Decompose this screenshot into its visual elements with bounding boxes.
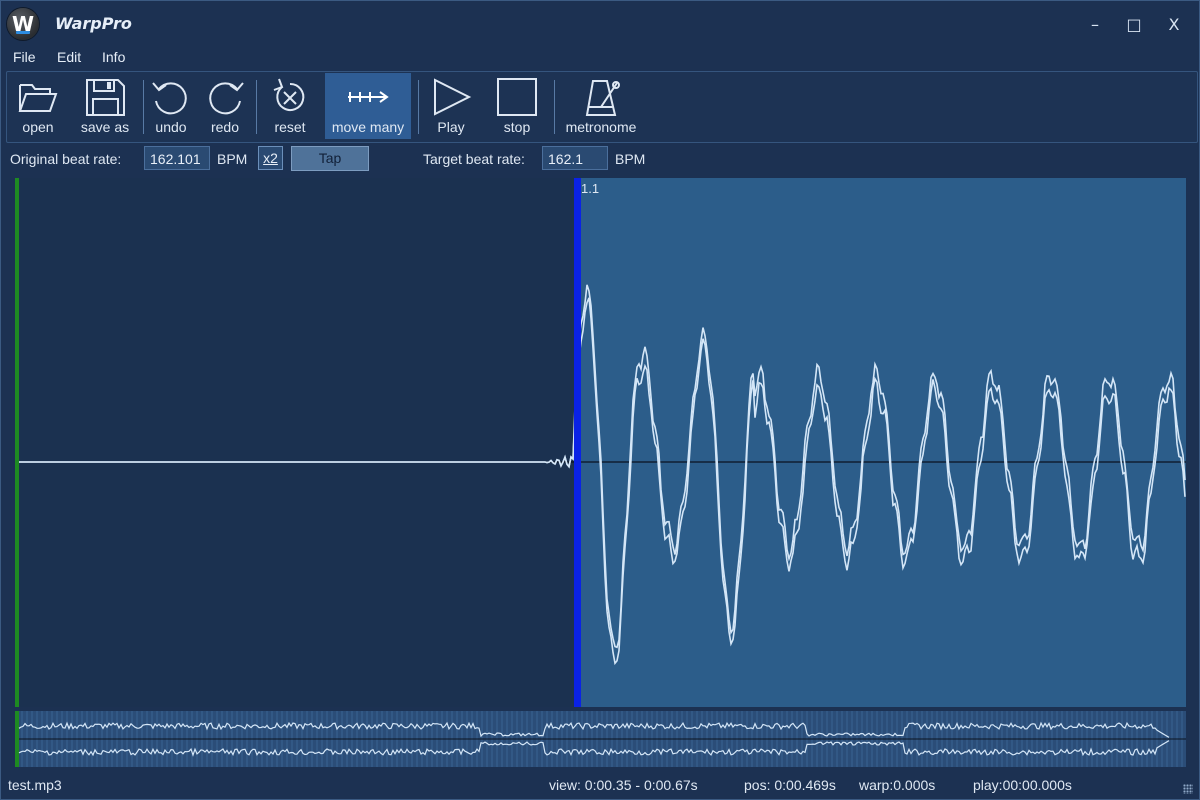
original-beat-rate-label: Original beat rate: [10, 151, 122, 167]
start-marker [15, 178, 19, 707]
save-as-label: save as [80, 119, 130, 135]
app-window: W WarpPro – □ X File Edit Info open save… [0, 0, 1200, 800]
toolbar-separator [418, 80, 419, 134]
original-beat-rate-input[interactable]: 162.101 [144, 146, 210, 170]
stop-label: stop [503, 119, 531, 135]
open-label: open [22, 119, 54, 135]
menu-bar: File Edit Info [1, 47, 1199, 69]
status-pos: pos: 0:00.469s [744, 777, 836, 793]
target-beat-rate-label: Target beat rate: [423, 151, 525, 167]
save-as-button[interactable]: save as [73, 73, 137, 139]
reset-button[interactable]: reset [263, 73, 317, 139]
overview-strip[interactable] [15, 711, 1186, 767]
status-bar: test.mp3 view: 0:00.35 - 0:00.67s pos: 0… [1, 773, 1199, 797]
metronome-icon [585, 80, 620, 116]
overview-waveform[interactable] [15, 711, 1186, 767]
folder-open-icon [18, 84, 58, 112]
double-bpm-button[interactable]: x2 [258, 146, 283, 170]
toolbar-separator [554, 80, 555, 134]
status-view: view: 0:00.35 - 0:00.67s [549, 777, 698, 793]
waveform-canvas[interactable] [15, 178, 1186, 707]
target-beat-rate-input[interactable]: 162.1 [542, 146, 608, 170]
original-bpm-unit: BPM [217, 151, 248, 167]
resize-grip[interactable] [1183, 784, 1193, 794]
beat-rate-bar: Original beat rate: 162.101 BPM x2 Tap T… [1, 144, 1199, 174]
tap-label: Tap [318, 150, 342, 166]
overview-start-marker [15, 711, 19, 767]
status-play: play:00:00.000s [973, 777, 1072, 793]
open-button[interactable]: open [11, 73, 65, 139]
minimize-button[interactable]: – [1080, 13, 1110, 37]
app-logo: W [7, 8, 39, 40]
redo-icon [209, 82, 244, 115]
beat-marker-label: 1.1 [581, 181, 600, 196]
stop-icon [497, 78, 537, 116]
toolbar-separator [256, 80, 257, 134]
play-icon [434, 78, 472, 116]
waveform-view[interactable]: 1.1 [15, 178, 1186, 707]
app-title: WarpPro [55, 14, 132, 33]
save-icon [86, 79, 125, 116]
menu-file[interactable]: File [13, 49, 36, 65]
move-many-button[interactable]: move many [325, 73, 411, 139]
double-bpm-label: x2 [263, 150, 278, 166]
redo-button[interactable]: redo [201, 73, 249, 139]
metronome-label: metronome [565, 119, 637, 135]
stop-button[interactable]: stop [493, 73, 541, 139]
play-label: Play [437, 119, 465, 135]
move-many-label: move many [331, 119, 405, 135]
target-bpm-unit: BPM [615, 151, 646, 167]
maximize-button[interactable]: □ [1119, 13, 1149, 37]
metronome-button[interactable]: metronome [561, 73, 641, 139]
menu-info[interactable]: Info [102, 49, 125, 65]
status-warp: warp:0.000s [859, 777, 936, 793]
undo-button[interactable]: undo [147, 73, 195, 139]
redo-label: redo [210, 119, 240, 135]
close-button[interactable]: X [1159, 13, 1189, 37]
status-file: test.mp3 [8, 777, 62, 793]
reset-label: reset [274, 119, 306, 135]
tap-button[interactable]: Tap [291, 146, 369, 171]
toolbar-separator [143, 80, 144, 134]
beat-marker [574, 178, 581, 707]
title-bar: W WarpPro – □ X [1, 1, 1199, 47]
selection-region [580, 178, 1186, 707]
undo-label: undo [155, 119, 187, 135]
play-button[interactable]: Play [427, 73, 475, 139]
toolbar: open save as undo redo reset move many P… [6, 71, 1198, 143]
reset-icon [273, 78, 305, 111]
undo-icon [152, 82, 187, 115]
move-many-icon [348, 91, 389, 103]
menu-edit[interactable]: Edit [57, 49, 81, 65]
